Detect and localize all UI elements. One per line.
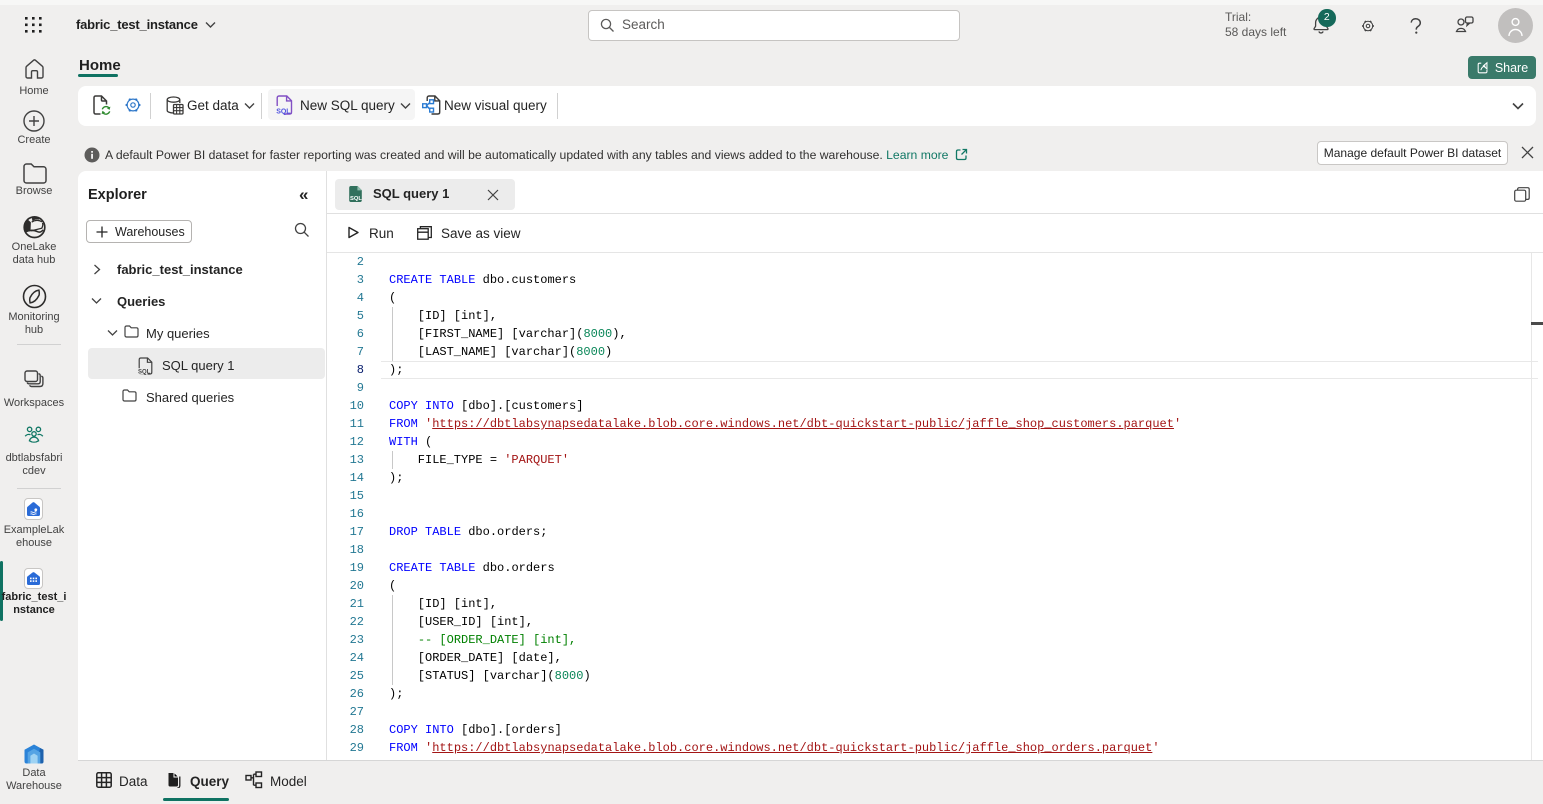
svg-text:SQL: SQL [350, 196, 362, 202]
svg-text:SQL: SQL [276, 109, 291, 116]
svg-text:SQL: SQL [138, 370, 151, 375]
